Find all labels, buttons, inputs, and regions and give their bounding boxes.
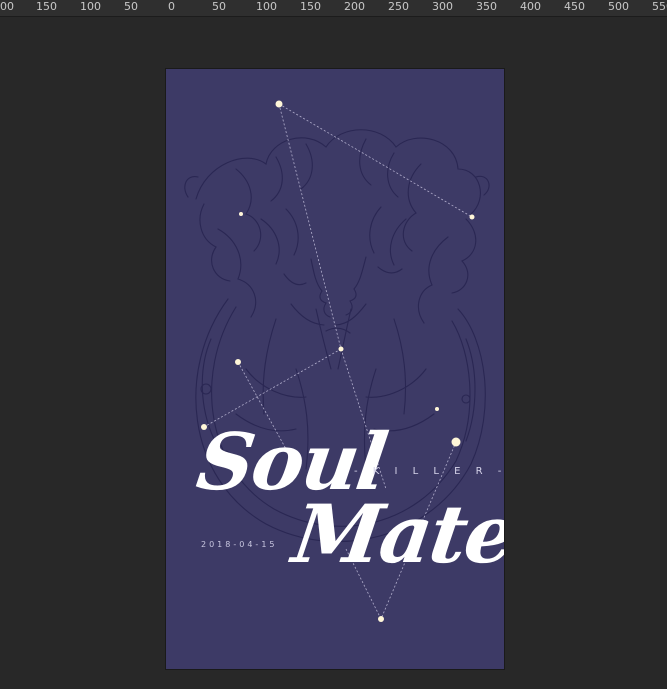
ruler-label: 50 — [212, 0, 226, 13]
ruler-label: 100 — [256, 0, 277, 13]
ruler-label: 100 — [80, 0, 101, 13]
title-mate: Mate — [287, 487, 504, 581]
ruler-label: 350 — [476, 0, 497, 13]
ruler-label: 550 — [652, 0, 667, 13]
ruler-label: 00 — [0, 0, 14, 13]
artboard[interactable]: Soul - K I L L E R - 2018-04-15 Mate — [166, 69, 504, 669]
canvas-workspace[interactable]: Soul - K I L L E R - 2018-04-15 Mate — [0, 17, 667, 689]
ruler-label: 150 — [36, 0, 57, 13]
ruler-label: 450 — [564, 0, 585, 13]
ruler-label: 300 — [432, 0, 453, 13]
ruler-label: 250 — [388, 0, 409, 13]
ruler-label: 150 — [300, 0, 321, 13]
ruler-label: 400 — [520, 0, 541, 13]
horizontal-ruler[interactable]: 00 150 100 50 0 50 100 150 200 250 300 3… — [0, 0, 667, 17]
ruler-label: 200 — [344, 0, 365, 13]
subtitle-killer: - K I L L E R - — [354, 466, 504, 477]
ruler-label: 500 — [608, 0, 629, 13]
date-label: 2018-04-15 — [201, 540, 278, 549]
ruler-label: 50 — [124, 0, 138, 13]
ruler-label: 0 — [168, 0, 175, 13]
